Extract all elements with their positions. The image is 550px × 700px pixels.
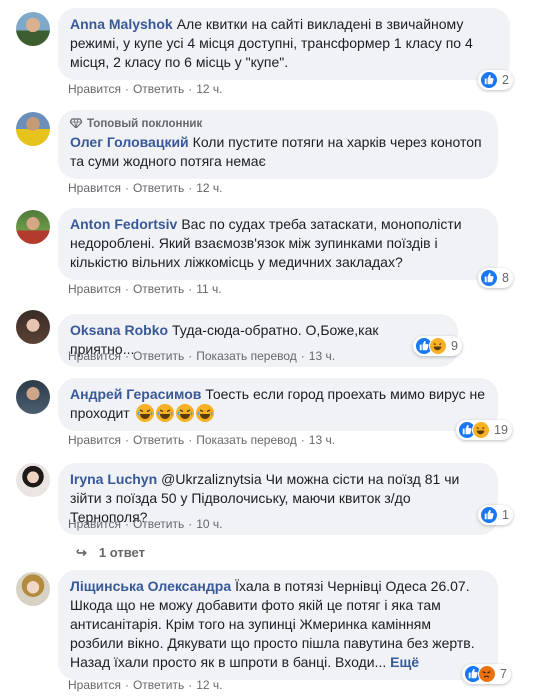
reaction-count: 8: [502, 271, 509, 285]
see-more-link[interactable]: Ещё: [390, 654, 419, 670]
comment-actions: Нравится · Ответить · 12 ч.: [68, 82, 223, 96]
reaction-count: 2: [502, 73, 509, 87]
timestamp[interactable]: 12 ч.: [196, 82, 222, 96]
like-button[interactable]: Нравится: [68, 349, 121, 363]
view-replies-link[interactable]: ↪ 1 ответ: [76, 545, 145, 561]
reply-button[interactable]: Ответить: [133, 678, 184, 692]
haha-icon: [429, 337, 447, 355]
reply-button[interactable]: Ответить: [133, 82, 184, 96]
avatar[interactable]: [16, 380, 50, 414]
reaction-summary[interactable]: 2: [478, 70, 513, 90]
reaction-summary[interactable]: 9: [413, 336, 462, 356]
comment-actions: Нравится · Ответить · 12 ч.: [68, 678, 223, 692]
reply-button[interactable]: Ответить: [133, 517, 184, 531]
reply-button[interactable]: Ответить: [133, 181, 184, 195]
comment-actions: Нравится · Ответить · 12 ч.: [68, 181, 223, 195]
comment-actions: Нравится · Ответить · 10 ч.: [68, 517, 223, 531]
timestamp[interactable]: 12 ч.: [196, 678, 222, 692]
comment-author[interactable]: Олег Головацкий: [70, 134, 189, 150]
reaction-count: 1: [502, 508, 509, 522]
comment-actions: Нравится · Ответить · 11 ч.: [68, 282, 222, 296]
reaction-summary[interactable]: 7: [462, 664, 511, 684]
laughing-emoji-icon: [155, 404, 174, 422]
angry-icon: [478, 665, 496, 683]
timestamp[interactable]: 13 ч.: [309, 433, 335, 447]
timestamp[interactable]: 10 ч.: [196, 517, 222, 531]
emoji-row: [135, 404, 214, 422]
reaction-count: 9: [451, 339, 458, 353]
avatar[interactable]: [16, 463, 50, 497]
like-icon: [480, 269, 498, 287]
reaction-count: 7: [500, 667, 507, 681]
reaction-summary[interactable]: 19: [456, 420, 512, 440]
top-fan-badge: Топовый поклонник: [70, 116, 486, 132]
avatar[interactable]: [16, 210, 50, 244]
translate-button[interactable]: Показать перевод: [196, 349, 297, 363]
reaction-summary[interactable]: 1: [478, 505, 513, 525]
reply-button[interactable]: Ответить: [133, 349, 184, 363]
comment-bubble: Топовый поклонник Олег Головацкий Коли пу…: [58, 110, 498, 179]
comment-author[interactable]: Anna Malyshok: [70, 16, 173, 32]
badge-label: Топовый поклонник: [87, 118, 203, 130]
like-button[interactable]: Нравится: [68, 517, 121, 531]
comment-author[interactable]: Андрей Герасимов: [70, 386, 201, 402]
replies-label: 1 ответ: [98, 545, 145, 560]
comment-bubble: Anton Fedortsiv Вас по судах треба затаск…: [58, 208, 498, 280]
reply-button[interactable]: Ответить: [133, 433, 184, 447]
timestamp[interactable]: 12 ч.: [196, 181, 222, 195]
avatar[interactable]: [16, 12, 50, 46]
like-icon: [480, 71, 498, 89]
laughing-emoji-icon: [135, 404, 154, 422]
translate-button[interactable]: Показать перевод: [196, 433, 297, 447]
haha-icon: [472, 421, 490, 439]
comment-bubble: Ліщинська Олександра Їхала в потязі Черні…: [58, 570, 498, 680]
reply-arrow-icon: ↪: [76, 545, 87, 560]
avatar[interactable]: [16, 112, 50, 146]
reaction-summary[interactable]: 8: [478, 268, 513, 288]
like-button[interactable]: Нравится: [68, 678, 121, 692]
reply-button[interactable]: Ответить: [133, 282, 184, 296]
laughing-emoji-icon: [195, 404, 214, 422]
like-button[interactable]: Нравится: [68, 433, 121, 447]
like-button[interactable]: Нравится: [68, 82, 121, 96]
comment-author[interactable]: Oksana Robko: [70, 322, 168, 338]
timestamp[interactable]: 11 ч.: [196, 282, 221, 296]
comment-author[interactable]: Ліщинська Олександра: [70, 578, 231, 594]
laughing-emoji-icon: [175, 404, 194, 422]
diamond-icon: [70, 118, 82, 128]
comment-actions: Нравится · Ответить · Показать перевод · 13 ч.: [68, 349, 336, 363]
comment-bubble: Андрей Герасимов Тоесть если город проеха…: [58, 378, 498, 431]
comment-bubble: Anna Malyshok Але квитки на сайті викладе…: [58, 8, 510, 80]
comment-actions: Нравится · Ответить · Показать перевод · 13 ч.: [68, 433, 336, 447]
like-button[interactable]: Нравится: [68, 282, 121, 296]
timestamp[interactable]: 13 ч.: [309, 349, 335, 363]
avatar[interactable]: [16, 572, 50, 606]
like-button[interactable]: Нравится: [68, 181, 121, 195]
comment-author[interactable]: Iryna Luchyn: [70, 471, 157, 487]
comment-author[interactable]: Anton Fedortsiv: [70, 216, 177, 232]
reaction-count: 19: [494, 423, 508, 437]
avatar[interactable]: [16, 310, 50, 344]
like-icon: [480, 506, 498, 524]
